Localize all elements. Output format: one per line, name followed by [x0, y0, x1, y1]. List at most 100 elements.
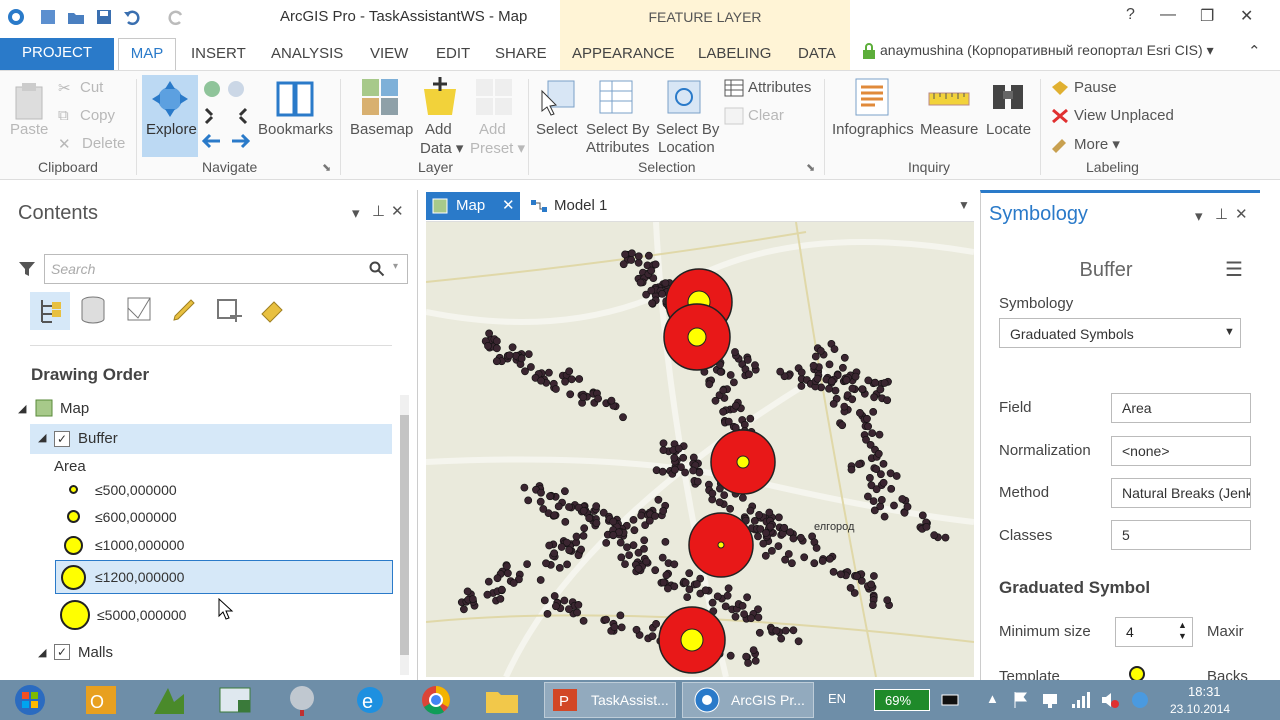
- mall-point-471[interactable]: [637, 511, 646, 520]
- mall-point-681[interactable]: [540, 596, 549, 605]
- mall-point-571[interactable]: [754, 613, 763, 622]
- tab-view[interactable]: VIEW: [370, 45, 408, 62]
- mall-point-258[interactable]: [825, 384, 833, 393]
- map-node-label[interactable]: Map: [60, 400, 89, 417]
- mall-point-695[interactable]: [602, 615, 610, 624]
- buffer-symbol-4[interactable]: [658, 606, 726, 674]
- mall-point-230[interactable]: [745, 370, 753, 379]
- search-input[interactable]: Search ▾: [44, 254, 408, 284]
- infographics-button[interactable]: Infographics: [832, 121, 914, 138]
- list-by-selection-icon[interactable]: [126, 296, 152, 324]
- mall-point-346[interactable]: [726, 504, 734, 513]
- mall-point-523[interactable]: [743, 593, 751, 602]
- cut-button[interactable]: Cut: [80, 79, 103, 96]
- add-preset-label-2[interactable]: Preset ▾: [470, 139, 525, 157]
- mall-point-665[interactable]: [579, 616, 588, 625]
- outlook-icon[interactable]: O: [80, 684, 124, 716]
- mall-point-694[interactable]: [551, 602, 560, 611]
- mall-point-300[interactable]: [886, 469, 895, 478]
- mall-point-316[interactable]: [761, 551, 770, 560]
- basemap-button[interactable]: Basemap: [350, 121, 413, 138]
- mall-point-549[interactable]: [794, 637, 803, 646]
- mall-point-641[interactable]: [560, 596, 569, 605]
- mall-point-297[interactable]: [868, 429, 877, 437]
- mall-point-617[interactable]: [818, 557, 827, 565]
- mall-point-561[interactable]: [670, 582, 679, 591]
- mall-point-685[interactable]: [617, 623, 626, 632]
- tab-analysis[interactable]: ANALYSIS: [271, 45, 343, 62]
- mall-point-260[interactable]: [875, 430, 884, 439]
- basemap-icon[interactable]: [360, 77, 400, 117]
- mall-point-280[interactable]: [816, 346, 825, 355]
- select-by-location-icon[interactable]: [664, 77, 704, 117]
- mall-point-619[interactable]: [825, 554, 834, 563]
- mall-point-151[interactable]: [726, 371, 735, 379]
- start-button-icon[interactable]: [8, 684, 52, 716]
- mall-point-487[interactable]: [572, 532, 581, 541]
- mall-point-635[interactable]: [766, 522, 775, 531]
- malls-node-label[interactable]: Malls: [78, 644, 113, 661]
- mall-point-231[interactable]: [797, 368, 806, 377]
- tab-appearance[interactable]: APPEARANCE: [572, 45, 675, 62]
- mall-point-100[interactable]: [594, 394, 602, 403]
- mall-point-560[interactable]: [724, 584, 733, 593]
- mall-point-399[interactable]: [524, 496, 533, 505]
- mall-point-713[interactable]: [922, 522, 931, 531]
- mall-point-209[interactable]: [716, 367, 725, 376]
- mall-point-515[interactable]: [579, 531, 588, 540]
- mall-point-516[interactable]: [651, 512, 659, 520]
- mall-point-493[interactable]: [577, 545, 585, 554]
- close-pane-icon[interactable]: ✕: [1235, 205, 1248, 223]
- collapse-buffer-icon[interactable]: ◢: [38, 431, 46, 444]
- mall-point-492[interactable]: [565, 546, 573, 554]
- network-tray-icon[interactable]: [1040, 690, 1060, 710]
- mall-point-540[interactable]: [621, 560, 629, 568]
- mall-point-506[interactable]: [496, 594, 505, 603]
- mall-point-583[interactable]: [701, 586, 710, 595]
- mall-point-64[interactable]: [627, 256, 636, 264]
- select-button[interactable]: Select: [536, 121, 578, 138]
- mall-point-686[interactable]: [573, 608, 582, 617]
- select-by-location-label-1[interactable]: Select By: [656, 121, 719, 138]
- mall-point-629[interactable]: [883, 596, 892, 604]
- mall-point-236[interactable]: [880, 379, 889, 387]
- mall-point-710[interactable]: [930, 531, 939, 540]
- minimum-size-stepper[interactable]: 4 ▲ ▼: [1115, 617, 1193, 647]
- mall-point-174[interactable]: [731, 401, 740, 410]
- search-icon[interactable]: [369, 261, 385, 277]
- tab-share[interactable]: SHARE: [495, 45, 547, 62]
- buffer-visibility-checkbox[interactable]: ✓: [54, 431, 70, 447]
- symbology-type-select[interactable]: Graduated Symbols ▼: [999, 318, 1241, 348]
- mall-point-631[interactable]: [867, 580, 876, 589]
- undo-icon[interactable]: [122, 7, 142, 27]
- buffer-symbol-2[interactable]: [710, 429, 776, 495]
- add-data-label-2[interactable]: Data ▾: [420, 139, 463, 157]
- mall-point-440[interactable]: [484, 577, 493, 586]
- taskbar-powerpoint-button[interactable]: P TaskAssist...: [544, 682, 676, 718]
- new-project-icon[interactable]: [38, 7, 58, 27]
- mall-point-211[interactable]: [864, 376, 873, 385]
- mall-point-582[interactable]: [670, 560, 679, 569]
- mall-point-418[interactable]: [546, 492, 554, 501]
- mall-point-548[interactable]: [731, 612, 740, 621]
- mall-point-43[interactable]: [627, 249, 636, 258]
- mall-point-491[interactable]: [463, 587, 472, 596]
- mall-point-435[interactable]: [592, 502, 601, 511]
- mall-point-524[interactable]: [617, 553, 626, 562]
- method-select[interactable]: Natural Breaks (Jenks: [1111, 478, 1251, 508]
- tab-map-view[interactable]: Map ✕: [426, 192, 520, 220]
- mall-point-113[interactable]: [619, 413, 627, 422]
- mall-point-382[interactable]: [750, 516, 759, 525]
- pane-options-icon[interactable]: ▾: [352, 204, 360, 222]
- mall-point-325[interactable]: [738, 493, 747, 502]
- mall-point-563[interactable]: [708, 598, 717, 607]
- mall-point-361[interactable]: [681, 468, 689, 477]
- mall-point-295[interactable]: [874, 449, 883, 458]
- mall-point-539[interactable]: [740, 610, 748, 618]
- mall-point-369[interactable]: [693, 477, 702, 486]
- list-by-editing-icon[interactable]: [170, 296, 196, 324]
- mall-point-636[interactable]: [762, 528, 770, 537]
- mall-point-119[interactable]: [505, 351, 514, 360]
- mall-point-348[interactable]: [759, 539, 768, 548]
- mall-point-238[interactable]: [797, 382, 806, 390]
